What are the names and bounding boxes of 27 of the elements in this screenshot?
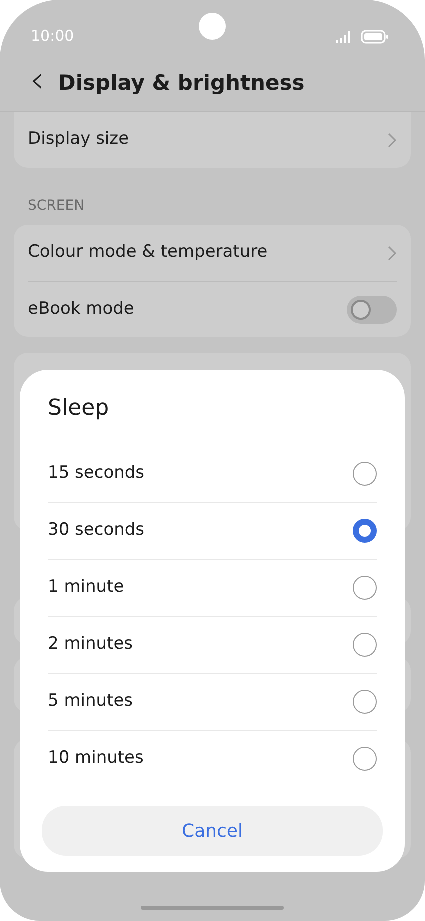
option-label[interactable]: 2 minutes (48, 632, 134, 658)
back-button[interactable]: ‹ (30, 62, 58, 104)
radio-button[interactable] (353, 690, 377, 714)
option-label[interactable]: 5 minutes (48, 689, 134, 715)
option-label[interactable]: 10 minutes (48, 746, 144, 772)
radio-button[interactable] (353, 462, 377, 486)
setting-label[interactable]: Colour mode & temperature (28, 240, 268, 266)
radio-button[interactable] (353, 633, 377, 657)
radio-button[interactable] (353, 519, 377, 543)
setting-label[interactable]: Display size (28, 127, 130, 153)
option-label[interactable]: 30 seconds (48, 518, 145, 544)
option-label[interactable]: 1 minute (48, 575, 124, 601)
radio-button[interactable] (353, 747, 377, 771)
cancel-button[interactable]: Cancel (42, 806, 383, 856)
option-label[interactable]: 15 seconds (48, 460, 145, 486)
chevron-icon (388, 246, 397, 260)
setting-label[interactable]: eBook mode (28, 296, 134, 322)
battery-icon (361, 30, 389, 44)
dialog-title: Sleep (48, 395, 110, 423)
chevron-icon (388, 132, 397, 148)
camera-cutout (199, 13, 226, 40)
radio-button[interactable] (353, 576, 377, 600)
section-label: SCREEN (27, 197, 86, 216)
status-time: 10:00 (31, 26, 74, 48)
signal-icon (336, 30, 353, 42)
toggle-switch[interactable] (347, 296, 397, 324)
page-title: Display & brightness (58, 70, 305, 97)
